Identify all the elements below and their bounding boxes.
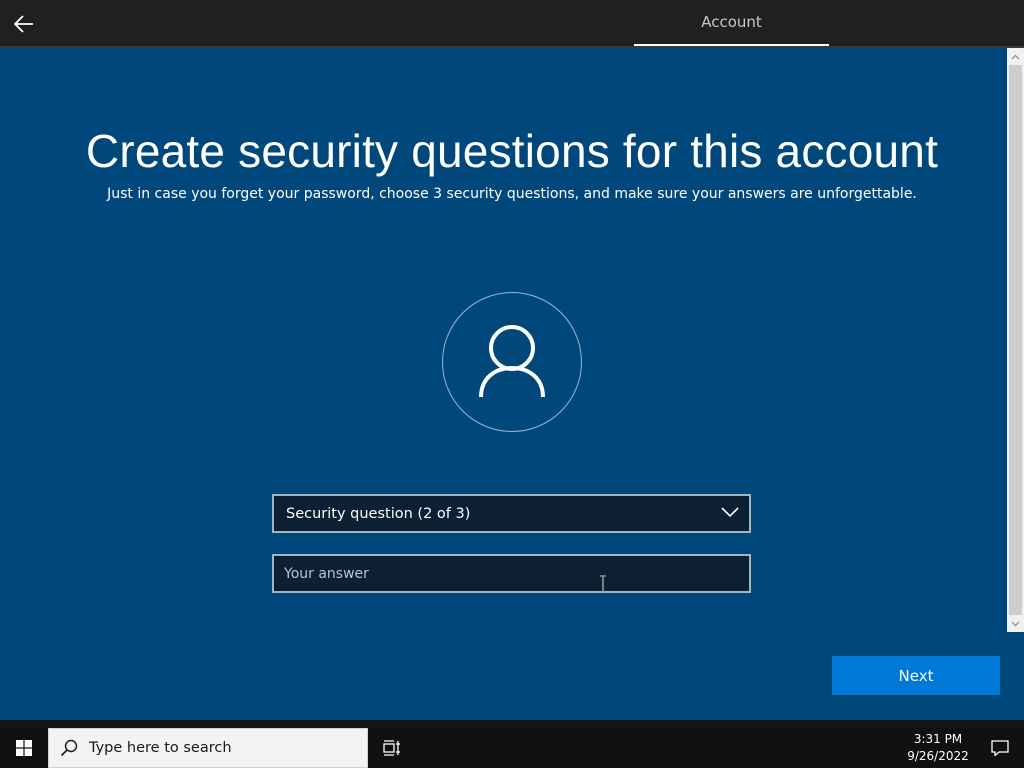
task-view-icon [383,740,400,756]
user-icon [479,325,545,398]
notification-icon [991,740,1009,756]
text-cursor-icon [600,575,606,593]
scroll-down-arrow[interactable] [1007,615,1024,632]
chevron-up-icon [1011,54,1020,59]
top-bar: Account [0,0,1024,46]
top-bar-divider [0,46,1024,48]
taskbar: Type here to search 3:31 PM 9/26/2022 [0,728,1024,768]
back-button[interactable] [8,8,40,40]
scroll-up-arrow[interactable] [1007,48,1024,65]
start-button[interactable] [0,728,48,768]
task-view-button[interactable] [372,728,412,768]
clock-date: 9/26/2022 [907,749,969,763]
page-subtitle: Just in case you forget your password, c… [107,186,917,202]
search-icon [49,739,89,757]
windows-icon [16,740,32,756]
arrow-left-icon [14,15,33,33]
taskbar-search-box[interactable]: Type here to search [48,728,368,768]
search-placeholder: Type here to search [89,740,232,756]
tab-account[interactable]: Account [634,0,829,46]
chevron-down-icon [721,506,739,522]
security-question-selected: Security question (2 of 3) [286,505,471,522]
chevron-down-icon [1011,621,1020,626]
answer-input[interactable] [272,554,751,593]
security-question-select[interactable]: Security question (2 of 3) [272,494,751,533]
avatar [442,292,582,432]
next-button[interactable]: Next [832,656,1000,695]
taskbar-clock[interactable]: 3:31 PM 9/26/2022 [900,728,976,768]
page-title: Create security questions for this accou… [85,125,939,177]
clock-time: 3:31 PM [913,732,963,746]
action-center-button[interactable] [976,728,1024,768]
taskbar-separator [0,720,1024,728]
